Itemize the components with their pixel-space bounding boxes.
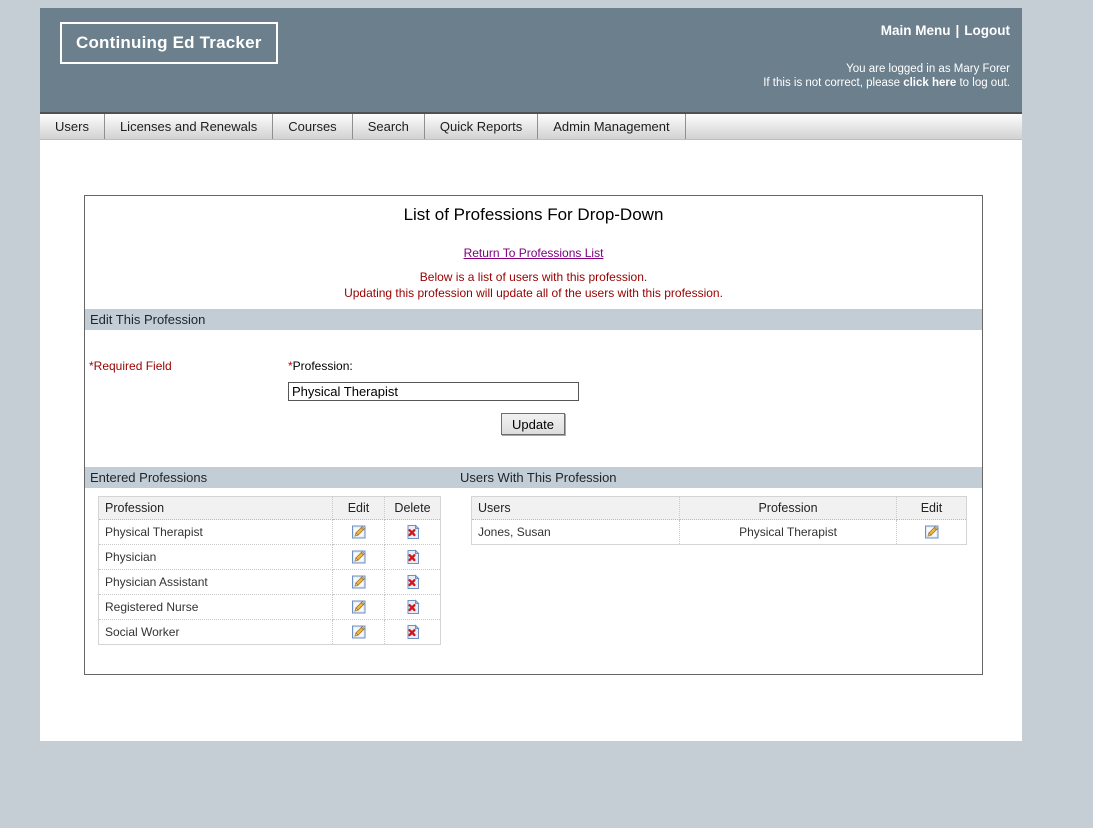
header-menu: Main Menu | Logout [763, 23, 1010, 38]
table-row: Physician Assistant [99, 570, 441, 595]
edit-icon[interactable] [924, 524, 940, 540]
profession-cell: Physician [99, 545, 333, 570]
return-to-professions-link[interactable]: Return To Professions List [464, 246, 604, 260]
click-here-link[interactable]: click here [903, 77, 956, 89]
table-header-row: Profession Edit Delete [99, 497, 441, 520]
notice-line-2: Updating this profession will update all… [85, 286, 982, 302]
profession-cell: Registered Nurse [99, 595, 333, 620]
column-header-profession: Profession [99, 497, 333, 520]
column-header-profession: Profession [680, 497, 897, 520]
users-with-profession-title: Users With This Profession [460, 467, 617, 488]
tab-licenses-and-renewals[interactable]: Licenses and Renewals [105, 114, 273, 139]
header-right: Main Menu | Logout You are logged in as Ma… [763, 23, 1010, 90]
delete-icon[interactable] [405, 549, 421, 565]
login-status: You are logged in as Mary Forer If this … [763, 62, 1010, 90]
table-row: Physical Therapist [99, 520, 441, 545]
profession-cell: Social Worker [99, 620, 333, 645]
logout-hint-suffix: to log out. [956, 77, 1010, 89]
update-button[interactable]: Update [501, 413, 565, 435]
profession-label: *Profession: [288, 359, 353, 373]
edit-profession-title: Edit This Profession [90, 312, 205, 327]
delete-icon[interactable] [405, 624, 421, 640]
column-header-edit: Edit [897, 497, 967, 520]
column-header-delete: Delete [385, 497, 441, 520]
tables-row: Profession Edit Delete Physical Therapis… [98, 496, 982, 645]
edit-icon[interactable] [351, 599, 367, 615]
edit-icon[interactable] [351, 574, 367, 590]
profession-input[interactable] [288, 382, 579, 401]
logout-link[interactable]: Logout [964, 23, 1010, 38]
delete-icon[interactable] [405, 524, 421, 540]
column-header-edit: Edit [333, 497, 385, 520]
edit-icon[interactable] [351, 524, 367, 540]
logout-hint: If this is not correct, please click her… [763, 76, 1010, 90]
delete-icon[interactable] [405, 574, 421, 590]
required-field-label: *Required Field [89, 359, 172, 373]
tab-quick-reports[interactable]: Quick Reports [425, 114, 538, 139]
edit-icon[interactable] [351, 549, 367, 565]
edit-icon[interactable] [351, 624, 367, 640]
tab-admin-management[interactable]: Admin Management [538, 114, 685, 139]
tab-users[interactable]: Users [40, 114, 105, 139]
logged-in-text: You are logged in as Mary Forer [763, 62, 1010, 76]
logout-hint-prefix: If this is not correct, please [763, 77, 903, 89]
table-header-row: Users Profession Edit [472, 497, 967, 520]
entered-professions-table: Profession Edit Delete Physical Therapis… [98, 496, 441, 645]
edit-profession-form: *Required Field *Profession: Update [85, 330, 982, 459]
delete-icon[interactable] [405, 599, 421, 615]
profession-cell: Physical Therapist [680, 520, 897, 545]
tab-courses[interactable]: Courses [273, 114, 352, 139]
menu-separator: | [955, 23, 959, 38]
app-logo: Continuing Ed Tracker [60, 22, 278, 64]
professions-panel: List of Professions For Drop-Down Return… [84, 195, 983, 675]
column-header-users: Users [472, 497, 680, 520]
return-link-row: Return To Professions List [85, 244, 982, 262]
page-title: List of Professions For Drop-Down [85, 196, 982, 225]
profession-cell: Physical Therapist [99, 520, 333, 545]
profession-label-text: Profession: [293, 359, 353, 373]
main-menu-link[interactable]: Main Menu [881, 23, 951, 38]
table-row: Social Worker [99, 620, 441, 645]
app-title: Continuing Ed Tracker [76, 33, 262, 52]
table-row: Physician [99, 545, 441, 570]
table-row: Jones, Susan Physical Therapist [472, 520, 967, 545]
lists-section-header: Entered Professions Users With This Prof… [85, 467, 982, 488]
notice-line-1: Below is a list of users with this profe… [85, 270, 982, 286]
user-cell: Jones, Susan [472, 520, 680, 545]
nav-tabbar: Users Licenses and Renewals Courses Sear… [40, 112, 1022, 140]
profession-cell: Physician Assistant [99, 570, 333, 595]
edit-profession-section-header: Edit This Profession [85, 309, 982, 330]
tab-search[interactable]: Search [353, 114, 425, 139]
users-table: Users Profession Edit Jones, Susan Physi… [471, 496, 967, 545]
app-header: Continuing Ed Tracker Main Menu | Logout Y… [40, 8, 1022, 112]
table-row: Registered Nurse [99, 595, 441, 620]
page: Continuing Ed Tracker Main Menu | Logout Y… [40, 8, 1022, 741]
entered-professions-title: Entered Professions [90, 470, 207, 485]
content-area: List of Professions For Drop-Down Return… [40, 140, 1022, 741]
